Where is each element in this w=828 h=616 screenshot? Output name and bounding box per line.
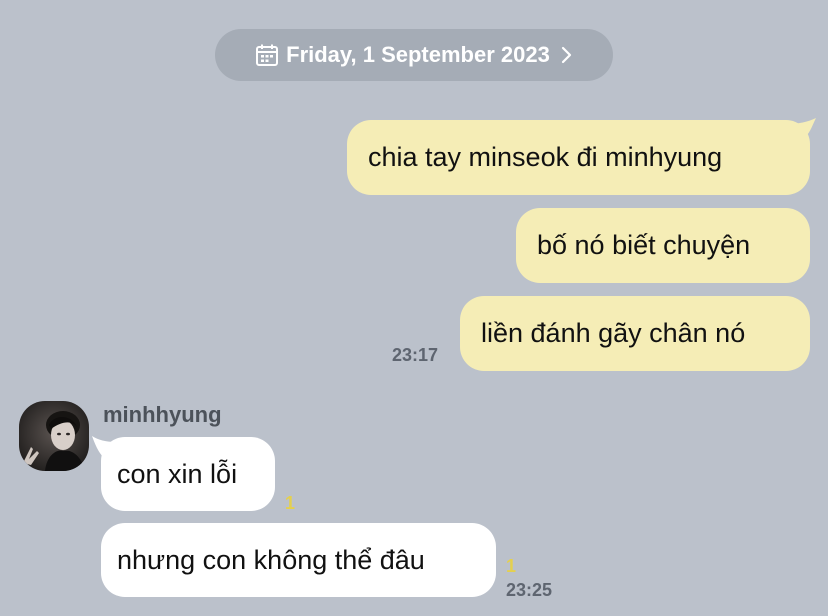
- sender-name: minhhyung: [103, 402, 222, 427]
- outgoing-message-bubble[interactable]: chia tay minseok đi minhyung: [347, 120, 810, 195]
- message-timestamp: 23:17: [392, 345, 439, 365]
- chevron-right-icon: [561, 46, 571, 64]
- message-text: bố nó biết chuyện: [537, 230, 751, 260]
- outgoing-message-bubble[interactable]: liền đánh gãy chân nó: [460, 296, 810, 371]
- incoming-message-bubble[interactable]: con xin lỗi: [101, 437, 275, 511]
- message-text: con xin lỗi: [117, 458, 238, 489]
- date-separator-button[interactable]: Friday, 1 September 2023: [215, 29, 613, 81]
- outgoing-message-bubble[interactable]: bố nó biết chuyện: [516, 208, 810, 283]
- message-timestamp: 23:25: [506, 580, 553, 600]
- avatar[interactable]: [19, 401, 89, 471]
- calendar-icon: [256, 44, 279, 66]
- unread-count: 1: [506, 556, 517, 576]
- avatar-photo: [19, 401, 89, 471]
- message-text: nhưng con không thể đâu: [117, 544, 425, 575]
- incoming-message-bubble[interactable]: nhưng con không thể đâu: [101, 523, 496, 597]
- message-text: liền đánh gãy chân nó: [481, 318, 746, 348]
- date-label: Friday, 1 September 2023: [286, 42, 550, 67]
- unread-count: 1: [285, 493, 296, 513]
- message-text: chia tay minseok đi minhyung: [368, 142, 723, 172]
